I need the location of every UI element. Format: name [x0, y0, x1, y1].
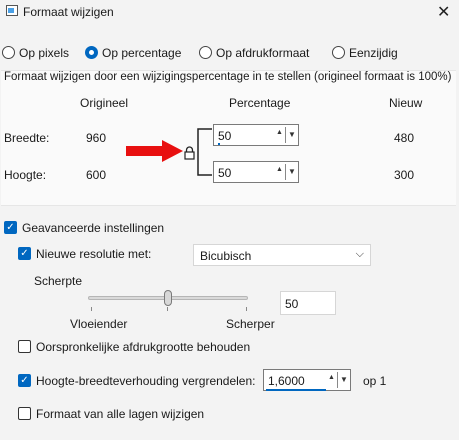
resample-label: Nieuwe resolutie met:: [36, 247, 152, 261]
header-new: Nieuw: [389, 96, 423, 110]
sharpness-max-label: Scherper: [226, 317, 275, 331]
width-label: Breedte:: [4, 131, 50, 145]
spin-down-icon[interactable]: ▼: [288, 130, 296, 139]
resample-checkbox[interactable]: ✓: [18, 247, 31, 260]
keep-print-size-checkbox[interactable]: [18, 340, 31, 353]
description-text: Formaat wijzigen door een wijzigingsperc…: [4, 71, 452, 83]
window-title: Formaat wijzigen: [23, 5, 114, 19]
radio-label: Op afdrukformaat: [216, 46, 310, 60]
spin-up-icon[interactable]: ▲: [276, 166, 283, 173]
radio-label: Op pixels: [19, 46, 70, 60]
spin-separator: [337, 372, 338, 388]
focus-underline: [266, 389, 326, 391]
radio-op-afdrukformaat[interactable]: Op afdrukformaat: [199, 46, 309, 62]
slider-tick: [91, 307, 92, 311]
width-original: 960: [86, 131, 107, 145]
resize-all-layers-label: Formaat van alle lagen wijzigen: [36, 407, 205, 421]
radio-circle[interactable]: [199, 46, 212, 59]
height-percentage-value[interactable]: 50: [218, 166, 231, 180]
radio-label: Eenzijdig: [349, 46, 398, 60]
height-original: 600: [86, 168, 107, 182]
resize-all-layers-checkbox[interactable]: [18, 407, 31, 420]
width-percentage-value[interactable]: 50: [218, 129, 231, 143]
app-icon: [6, 5, 18, 16]
width-new: 480: [394, 131, 415, 145]
spin-up-icon[interactable]: ▲: [276, 129, 283, 136]
spin-buttons[interactable]: ▲ ▼: [326, 370, 350, 390]
spin-down-icon[interactable]: ▼: [288, 167, 296, 176]
advanced-settings-checkbox[interactable]: ✓: [4, 221, 17, 234]
spin-separator: [285, 164, 286, 180]
resample-method-value: Bicubisch: [200, 249, 252, 263]
resample-method-dropdown[interactable]: Bicubisch ⌵: [193, 244, 371, 266]
sharpness-min-label: Vloeiender: [70, 317, 128, 331]
radio-circle[interactable]: [332, 46, 345, 59]
sharpness-slider-thumb[interactable]: [164, 290, 172, 306]
radio-op-percentage[interactable]: Op percentage: [85, 46, 181, 62]
spin-buttons[interactable]: ▲ ▼: [274, 162, 298, 182]
radio-label: Op percentage: [102, 46, 182, 60]
sharpness-label: Scherpte: [34, 274, 83, 288]
height-percentage-spinner[interactable]: 50 ▲ ▼: [213, 161, 299, 183]
radio-eenzijdig[interactable]: Eenzijdig: [332, 46, 398, 62]
spin-buttons[interactable]: ▲ ▼: [274, 125, 298, 145]
spin-separator: [285, 127, 286, 143]
header-percentage: Percentage: [229, 96, 291, 110]
radio-circle-selected[interactable]: [85, 46, 98, 59]
sharpness-input[interactable]: 50: [280, 291, 336, 315]
close-icon[interactable]: ✕: [437, 2, 450, 22]
focus-indicator: [218, 143, 220, 145]
lock-icon[interactable]: [184, 146, 195, 160]
spin-up-icon[interactable]: ▲: [328, 374, 335, 381]
aspect-ratio-suffix: op 1: [363, 374, 387, 388]
radio-circle[interactable]: [2, 46, 15, 59]
aspect-ratio-value[interactable]: 1,6000: [268, 374, 305, 388]
spin-down-icon[interactable]: ▼: [340, 375, 348, 384]
keep-print-size-label: Oorspronkelijke afdrukgrootte behouden: [36, 340, 251, 354]
sharpness-value[interactable]: 50: [285, 297, 298, 311]
radio-op-pixels[interactable]: Op pixels: [2, 46, 69, 62]
width-percentage-spinner[interactable]: 50 ▲ ▼: [213, 124, 299, 146]
aspect-ratio-spinner[interactable]: 1,6000 ▲ ▼: [263, 369, 351, 391]
height-label: Hoogte:: [4, 168, 47, 182]
arrow-right-icon: [126, 140, 183, 162]
slider-tick: [167, 307, 168, 311]
lock-aspect-label: Hoogte-breedteverhouding vergrendelen:: [36, 374, 256, 388]
lock-aspect-checkbox[interactable]: ✓: [18, 374, 31, 387]
advanced-settings-label: Geavanceerde instellingen: [22, 221, 165, 235]
height-new: 300: [394, 168, 415, 182]
chevron-down-icon[interactable]: ⌵: [356, 248, 364, 261]
header-original: Origineel: [80, 96, 129, 110]
slider-tick: [246, 307, 247, 311]
